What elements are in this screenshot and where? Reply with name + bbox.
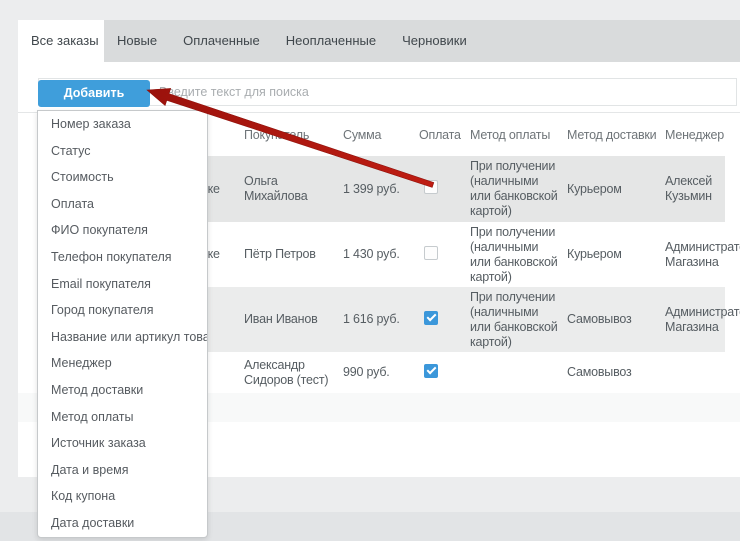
add-filter-dropdown-menu: Номер заказа Статус Стоимость Оплата ФИО… [37,110,208,538]
tab-drafts[interactable]: Черновики [389,20,480,62]
filter-menu-item-order-number[interactable]: Номер заказа [38,111,207,138]
filter-menu-item-product-name[interactable]: Название или артикул товара [38,324,207,351]
add-filter-button[interactable]: Добавить фильтр▾ [38,80,150,107]
column-header-payment-method: Метод оплаты [470,128,567,142]
filter-menu-item-buyer-city[interactable]: Город покупателя [38,297,207,324]
filter-menu-item-payment-method[interactable]: Метод оплаты [38,404,207,431]
cell-delivery-method: Самовывоз [567,365,665,380]
column-header-buyer: Покупатель [244,128,343,142]
filter-menu-item-buyer-email[interactable]: Email покупателя [38,271,207,298]
paid-checkbox[interactable] [424,180,438,194]
filter-menu-item-order-source[interactable]: Источник заказа [38,430,207,457]
cell-delivery-method: Курьером [567,182,665,197]
filter-menu-item-buyer-phone[interactable]: Телефон покупателя [38,244,207,271]
filter-menu-item-manager[interactable]: Менеджер [38,350,207,377]
column-header-sum: Сумма [343,128,419,142]
cell-sum: 1 616 руб. [343,312,419,327]
filter-menu-item-delivery-date[interactable]: Дата доставки [38,510,207,537]
column-header-paid: Оплата [419,128,470,142]
filter-menu-item-status[interactable]: Статус [38,138,207,165]
paid-checkbox[interactable] [424,311,438,325]
cell-sum: 1 399 руб. [343,182,419,197]
filter-menu-item-delivery-method[interactable]: Метод доставки [38,377,207,404]
tab-paid[interactable]: Оплаченные [170,20,273,62]
orders-admin-page: Все заказы Новые Оплаченные Неоплаченные… [0,0,740,541]
cell-sum: 990 руб. [343,365,419,380]
filter-menu-item-cost[interactable]: Стоимость [38,164,207,191]
filter-menu-item-payment[interactable]: Оплата [38,191,207,218]
paid-checkbox[interactable] [424,364,438,378]
paid-checkbox[interactable] [424,246,438,260]
tab-new[interactable]: Новые [104,20,170,62]
cell-delivery-method: Курьером [567,247,665,262]
cell-manager: Администратор Магазина [665,305,740,335]
cell-buyer: Ольга Михайлова [244,174,343,204]
column-header-manager: Менеджер [665,128,740,142]
cell-buyer: Александр Сидоров (тест) [244,358,343,388]
cell-payment-method: При получении (наличными или банковской … [470,225,567,285]
filter-menu-item-buyer-name[interactable]: ФИО покупателя [38,217,207,244]
cell-payment-method: При получении (наличными или банковской … [470,290,567,350]
cell-delivery-method: Самовывоз [567,312,665,327]
cell-buyer: Иван Иванов [244,312,343,327]
cell-manager: Администратор Магазина [665,240,740,270]
cell-manager: Алексей Кузьмин [665,174,740,204]
cell-sum: 1 430 руб. [343,247,419,262]
cell-payment-method: При получении (наличными или банковской … [470,159,567,219]
column-header-delivery-method: Метод доставки [567,128,665,142]
tab-unpaid[interactable]: Неоплаченные [273,20,389,62]
filter-menu-item-coupon-code[interactable]: Код купона [38,483,207,510]
tab-all-orders[interactable]: Все заказы [18,20,104,62]
filter-menu-item-date-time[interactable]: Дата и время [38,457,207,484]
orders-tab-bar: Все заказы Новые Оплаченные Неоплаченные… [18,20,740,62]
cell-buyer: Пётр Петров [244,247,343,262]
